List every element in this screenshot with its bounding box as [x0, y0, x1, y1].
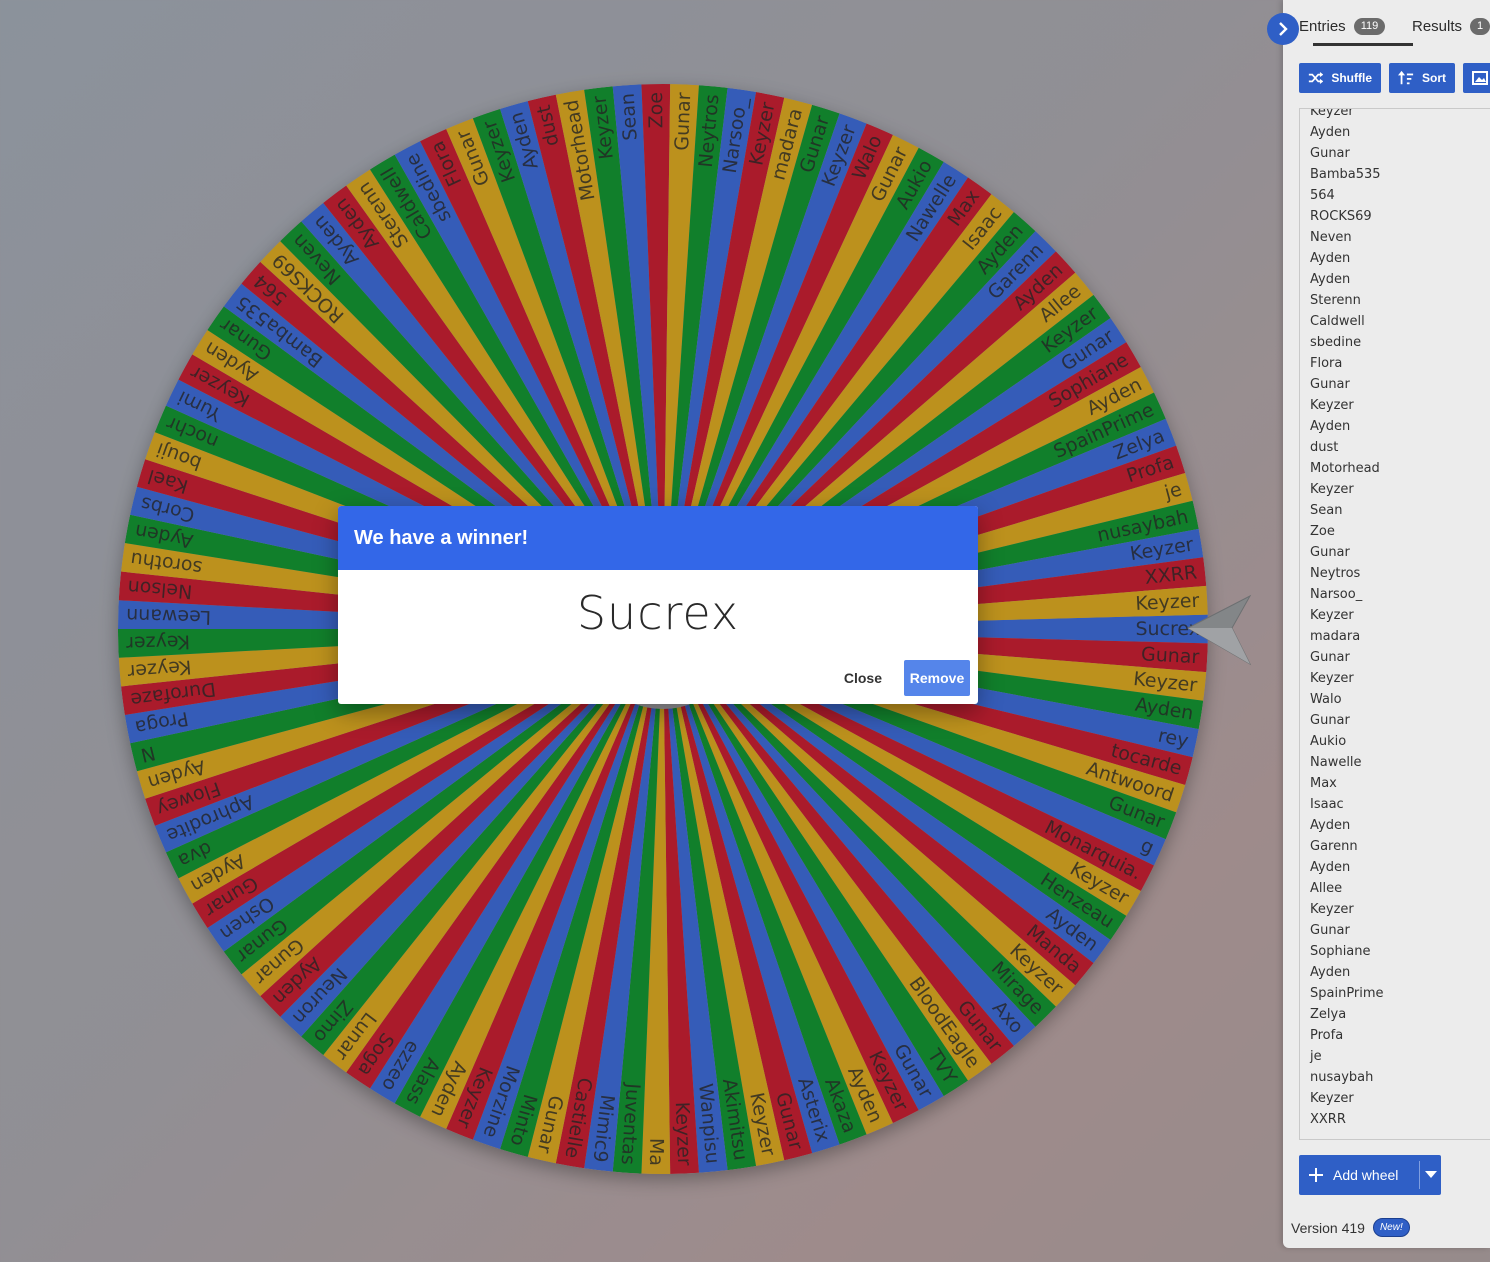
sort-icon: [1398, 70, 1414, 85]
entry-item: Sophiane: [1310, 944, 1371, 959]
dialog-actions: Close Remove: [836, 660, 970, 696]
entry-item: Max: [1310, 776, 1337, 791]
entry-item: Zelya: [1310, 1007, 1347, 1022]
wheel-pointer-icon: [1180, 590, 1260, 670]
entry-item: Flora: [1310, 356, 1343, 371]
remove-button[interactable]: Remove: [904, 660, 970, 696]
sidebar-tabs: Entries 119 Results 1: [1299, 0, 1490, 48]
tab-results-label: Results: [1412, 18, 1463, 35]
entry-item: Sterenn: [1310, 293, 1361, 308]
wheel-segment-label: Leewann: [126, 604, 211, 628]
entry-item: Keyzer: [1310, 608, 1354, 623]
close-button[interactable]: Close: [836, 662, 890, 694]
entry-item: Gunar: [1310, 146, 1350, 161]
version-label: Version 419: [1291, 1219, 1365, 1236]
entry-item: Motorhead: [1310, 461, 1380, 476]
entry-item: Nawelle: [1310, 755, 1362, 770]
add-wheel-label: Add wheel: [1333, 1167, 1399, 1183]
add-wheel-dropdown-button[interactable]: [1420, 1171, 1441, 1179]
entry-item: Garenn: [1310, 839, 1358, 854]
entry-item: Keyzer: [1310, 108, 1354, 119]
add-wheel-main-action[interactable]: Add wheel: [1299, 1167, 1419, 1183]
new-badge[interactable]: New!: [1372, 1218, 1410, 1237]
dialog-title: We have a winner!: [338, 506, 978, 570]
entry-item: Gunar: [1310, 650, 1350, 665]
tab-entries-label: Entries: [1299, 18, 1346, 35]
entry-item: Gunar: [1310, 377, 1350, 392]
entry-item: Ayden: [1310, 251, 1351, 266]
entry-item: Bamba535: [1310, 167, 1381, 182]
winner-dialog: We have a winner! Sucrex Close Remove: [338, 506, 978, 704]
entry-item: Aukio: [1310, 734, 1347, 749]
entry-item: Ayden: [1310, 125, 1351, 140]
wheel-segment-label: Sean: [617, 92, 642, 141]
entry-item: Allee: [1310, 881, 1343, 896]
entry-item: Keyzer: [1310, 671, 1354, 686]
wheel-segment-label: Ma: [645, 1138, 667, 1166]
plus-icon: [1309, 1168, 1323, 1182]
entry-item: je: [1310, 1049, 1322, 1064]
collapse-sidebar-button[interactable]: [1267, 13, 1299, 45]
entry-item: Neven: [1310, 230, 1352, 245]
entry-item: Zoe: [1310, 524, 1335, 539]
active-tab-indicator: [1313, 43, 1413, 46]
entry-item: nusaybah: [1310, 1070, 1374, 1085]
entry-item: Ayden: [1310, 272, 1351, 287]
tab-entries[interactable]: Entries 119: [1299, 18, 1386, 35]
entry-item: Sean: [1310, 503, 1343, 518]
entry-item: Keyzer: [1310, 1091, 1354, 1106]
image-button[interactable]: [1463, 63, 1490, 93]
entry-item: SpainPrime: [1310, 986, 1384, 1001]
shuffle-button-label: Shuffle: [1331, 71, 1372, 85]
image-icon: [1472, 71, 1488, 85]
winner-name: Sucrex: [576, 586, 740, 640]
entry-item: sbedine: [1310, 335, 1362, 350]
shuffle-icon: [1308, 72, 1324, 84]
chevron-right-icon: [1279, 22, 1288, 36]
entry-item: ROCKS69: [1310, 209, 1372, 224]
sort-button[interactable]: Sort: [1389, 63, 1455, 93]
results-count-badge: 1: [1470, 18, 1490, 35]
entries-textarea[interactable]: Keyzer Ayden Gunar Bamba535 564 ROCKS69 Neven A…: [1299, 108, 1490, 1140]
wheel-segment-label: Keyzer: [126, 630, 191, 654]
entry-item: Profa: [1310, 1028, 1344, 1043]
entry-item: Ayden: [1310, 818, 1351, 833]
entries-count-badge: 119: [1353, 18, 1386, 35]
entry-item: Neytros: [1310, 566, 1361, 581]
entry-item: Ayden: [1310, 860, 1351, 875]
entry-item: Isaac: [1310, 797, 1344, 812]
tab-results[interactable]: Results 1: [1412, 18, 1490, 35]
entry-item: dust: [1310, 440, 1339, 455]
entry-item: Gunar: [1310, 713, 1350, 728]
add-wheel-button[interactable]: Add wheel: [1299, 1155, 1441, 1195]
sort-button-label: Sort: [1422, 71, 1446, 85]
entry-item: XXRR: [1310, 1112, 1346, 1127]
entry-item: Keyzer: [1310, 482, 1354, 497]
wheel-segment-label: Keyzer: [671, 1101, 696, 1166]
entry-item: Gunar: [1310, 923, 1350, 938]
entry-item: Keyzer: [1310, 902, 1354, 917]
entry-item: Narsoo_: [1310, 587, 1363, 602]
entry-item: Ayden: [1310, 965, 1351, 980]
version-info: Version 419 New!: [1291, 1218, 1410, 1237]
wheel-segment-label: Gunar: [671, 92, 695, 151]
entry-item: Keyzer: [1310, 398, 1354, 413]
entries-list: Keyzer Ayden Gunar Bamba535 564 ROCKS69 Neven A…: [1300, 108, 1384, 1130]
wheel-segment-label: Zoe: [645, 92, 667, 129]
entry-item: Caldwell: [1310, 314, 1365, 329]
entry-item: Ayden: [1310, 419, 1351, 434]
entry-item: Walo: [1310, 692, 1342, 707]
entry-item: Gunar: [1310, 545, 1350, 560]
shuffle-button[interactable]: Shuffle: [1299, 63, 1381, 93]
sidebar: Entries 119 Results 1 Shuffle Sort Keyze…: [1283, 0, 1490, 1248]
entry-item: 564: [1310, 188, 1335, 203]
caret-down-icon: [1424, 1171, 1437, 1178]
entry-item: madara: [1310, 629, 1361, 644]
